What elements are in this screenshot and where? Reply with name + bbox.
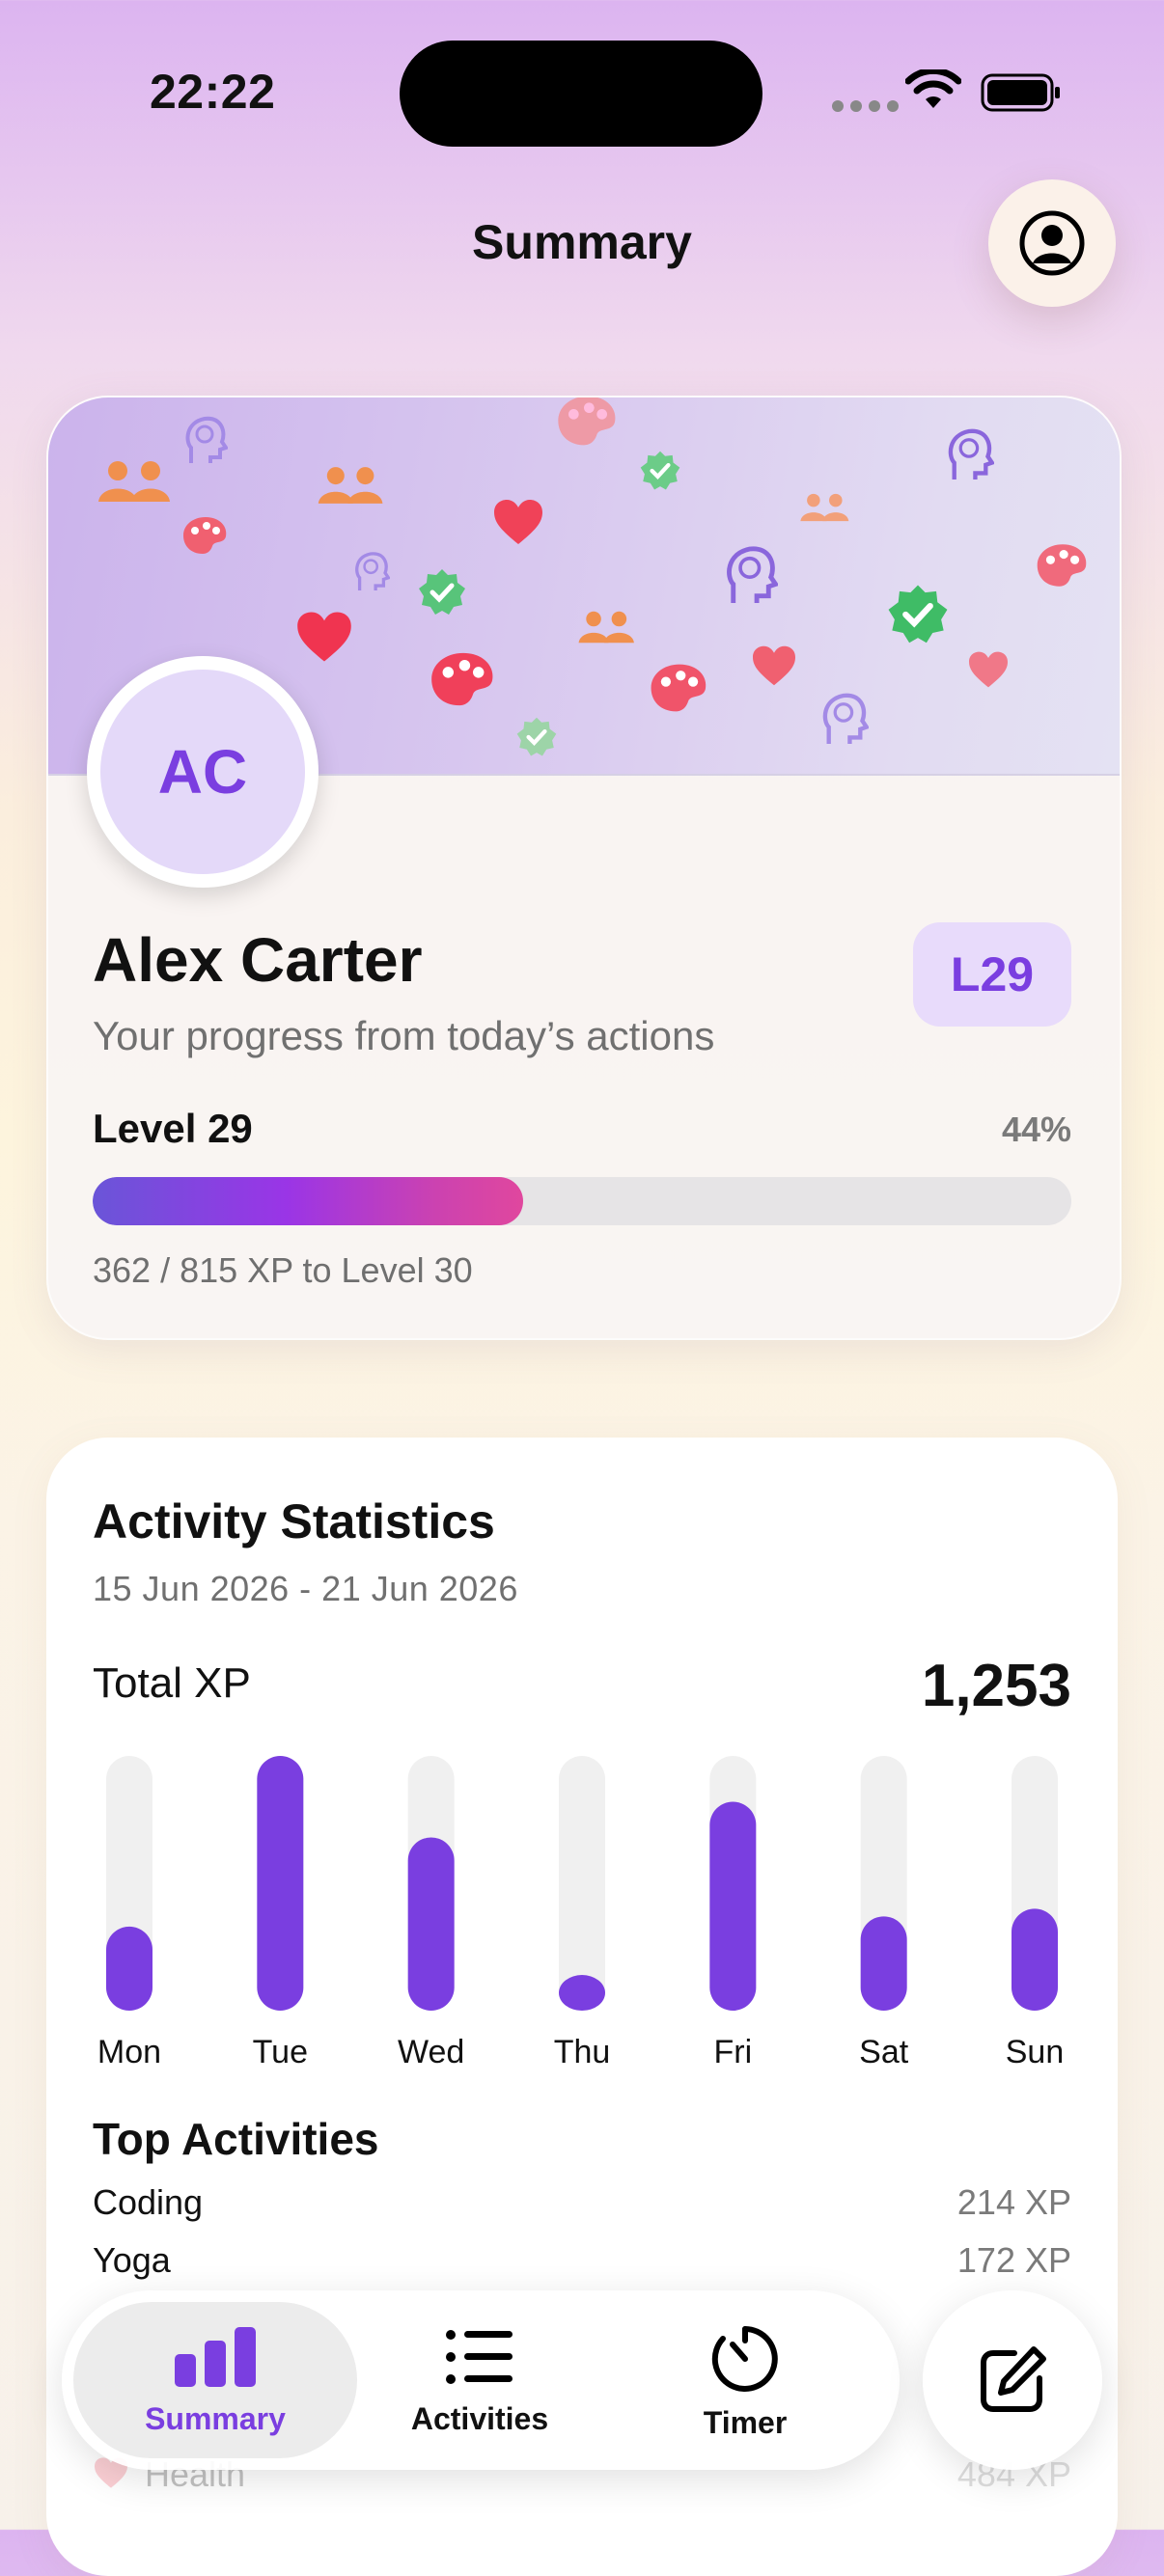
total-xp-label: Total XP: [93, 1659, 251, 1707]
activity-xp: 214 XP: [956, 2182, 1071, 2222]
total-xp-value: 1,253: [921, 1653, 1071, 1719]
palette-icon: [558, 397, 616, 446]
people-icon: [318, 467, 383, 504]
brain-head-icon: [355, 552, 390, 590]
chart-bar-sun: [1012, 1908, 1058, 2011]
activity-xp: 172 XP: [956, 2240, 1071, 2280]
palette-icon: [183, 517, 227, 554]
wifi-icon: [905, 69, 961, 108]
battery-icon: [981, 73, 1060, 112]
chart-tick-label: Sun: [1006, 2034, 1065, 2070]
palette-icon: [431, 652, 493, 706]
timer-icon: [711, 2326, 778, 2392]
badge-check-icon: [640, 451, 680, 490]
heart-icon: [494, 500, 542, 544]
status-time: 22:22: [150, 65, 276, 119]
avatar: AC: [87, 656, 319, 888]
profile-button[interactable]: [988, 179, 1116, 307]
tab-timer[interactable]: Timer: [620, 2325, 871, 2441]
compose-button[interactable]: [923, 2290, 1102, 2470]
compose-icon: [981, 2346, 1046, 2412]
chart-bar-wed: [407, 1837, 455, 2011]
cellular-signal-icon: [832, 100, 899, 112]
weekly-xp-chart: Mon Tue Wed Thu Fri Sat Sun: [97, 1756, 1065, 2070]
xp-progress-bar: [93, 1177, 1071, 1225]
chart-tick-label: Sat: [859, 2034, 909, 2070]
badge-check-icon: [419, 569, 465, 615]
chart-tick-label: Fri: [714, 2034, 753, 2070]
chart-tick-label: Thu: [554, 2034, 611, 2070]
heart-icon: [969, 651, 1008, 688]
tab-label: Timer: [703, 2405, 788, 2440]
stats-date-range: 15 Jun 2026 - 21 Jun 2026: [93, 1569, 518, 1608]
tab-label: Activities: [410, 2401, 549, 2436]
chart-bar-track: [559, 1756, 605, 2011]
activity-name: Yoga: [93, 2240, 171, 2280]
level-label: Level 29: [93, 1106, 253, 1151]
level-badge: L29: [913, 922, 1071, 1027]
chart-tick-label: Tue: [253, 2034, 308, 2070]
palette-icon: [651, 664, 707, 712]
palette-icon: [1037, 544, 1087, 587]
dynamic-island: [400, 41, 762, 147]
chart-bar-sat: [860, 1916, 907, 2011]
brain-head-icon: [727, 546, 778, 603]
people-icon: [578, 611, 634, 644]
chart-tick-label: Wed: [398, 2034, 464, 2070]
people-icon: [98, 461, 170, 502]
badge-check-icon: [516, 717, 557, 756]
tab-activities[interactable]: Activities: [354, 2325, 605, 2437]
brain-head-icon: [185, 416, 228, 463]
chart-tick-label: Mon: [97, 2034, 161, 2070]
user-subtitle: Your progress from today’s actions: [93, 1013, 715, 1058]
badge-check-icon: [888, 585, 948, 644]
chart-bar-tue: [257, 1756, 304, 2011]
tab-summary[interactable]: Summary: [90, 2325, 341, 2437]
list-icon: [446, 2330, 513, 2384]
heart-icon: [753, 645, 795, 686]
heart-icon: [297, 612, 351, 662]
brain-head-icon: [822, 693, 869, 744]
bar-chart-icon: [175, 2327, 256, 2387]
tab-label: Summary: [145, 2401, 286, 2436]
activity-name: Coding: [93, 2182, 204, 2222]
person-circle-icon: [1019, 210, 1085, 276]
chart-bar-thu: [559, 1975, 605, 2011]
chart-bar-mon: [106, 1926, 152, 2011]
people-icon: [800, 493, 849, 522]
user-name: Alex Carter: [93, 925, 423, 995]
brain-head-icon: [948, 428, 994, 480]
chart-bar-fri: [709, 1801, 757, 2011]
avatar-initials: AC: [100, 670, 305, 874]
top-activities-title: Top Activities: [93, 2114, 379, 2164]
stats-title: Activity Statistics: [93, 1494, 495, 1548]
level-percent: 44%: [1001, 1110, 1071, 1149]
xp-progress-fill: [93, 1177, 524, 1225]
xp-caption: 362 / 815 XP to Level 30: [93, 1250, 473, 1290]
